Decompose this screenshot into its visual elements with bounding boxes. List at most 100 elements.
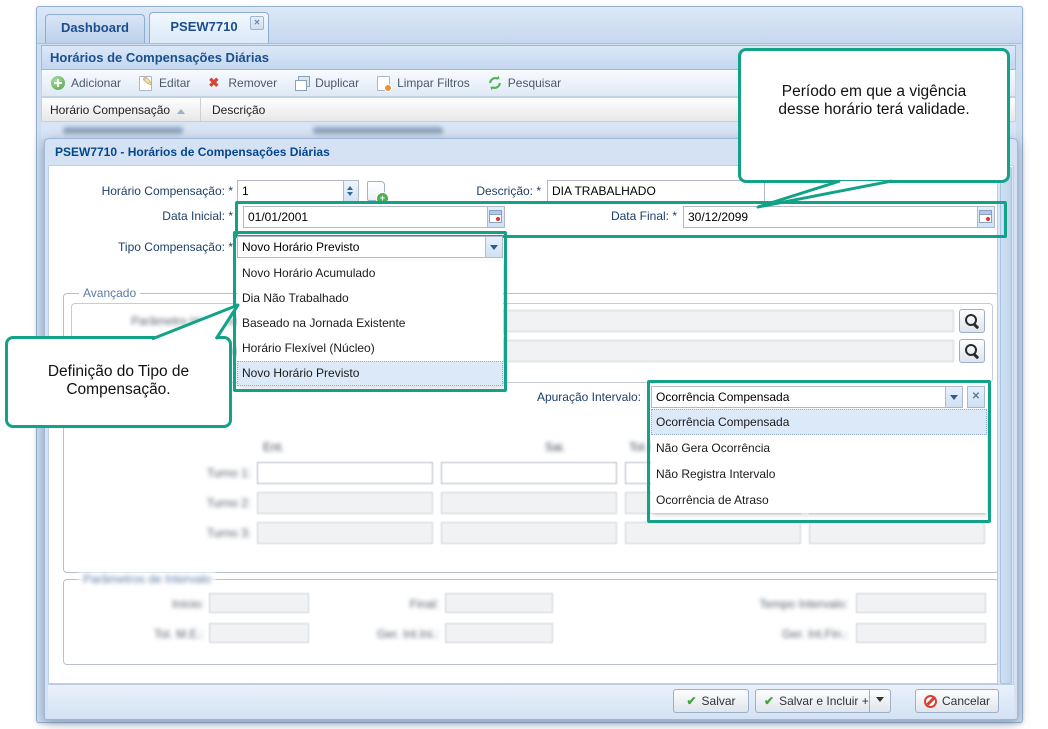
dropdown-option[interactable]: Horário Flexível (Núcleo) (237, 336, 503, 361)
blurred-cell (313, 127, 443, 134)
horario-compensacao-field[interactable]: 1 (237, 180, 359, 202)
dropdown-option[interactable]: Não Registra Intervalo (651, 461, 987, 487)
horario-compensacao-label: Horário Compensação: * (65, 184, 233, 198)
dropdown-option-selected[interactable]: Ocorrência Compensada (651, 409, 987, 435)
add-button-label: Adicionar (71, 76, 121, 90)
horario-compensacao-value: 1 (242, 184, 249, 198)
dropdown-option[interactable]: Ocorrência de Atraso (651, 487, 987, 513)
tipo-compensacao-dropdown: Novo Horário Acumulado Dia Não Trabalhad… (237, 261, 503, 386)
date-trigger[interactable] (977, 207, 994, 227)
inicio-label: Início: (104, 597, 204, 611)
save-and-add-menu-arrow[interactable] (869, 690, 890, 712)
remove-button[interactable]: Remover (207, 75, 277, 91)
dropdown-option-selected[interactable]: Novo Horário Previsto (237, 361, 503, 386)
dialog-title: PSEW7710 - Horários de Compensações Diár… (55, 145, 330, 159)
param1-lookup-button[interactable] (959, 309, 985, 333)
grid-col-horario-label: Horário Compensação (50, 103, 170, 117)
combo-trigger[interactable] (945, 387, 962, 407)
dropdown-option[interactable]: Não Gera Ocorrência (651, 435, 987, 461)
refresh-icon (487, 75, 503, 91)
sort-asc-icon (177, 109, 185, 114)
combo-trigger[interactable] (485, 237, 502, 257)
spinner-up-icon[interactable] (347, 183, 353, 190)
date-trigger[interactable] (487, 207, 504, 227)
spinner-down-icon[interactable] (347, 192, 353, 199)
clear-field-button[interactable]: ✕ (967, 386, 985, 408)
save-button-label: Salvar (702, 694, 736, 708)
ger-int-fin-field (856, 623, 986, 643)
apuracao-intervalo-dropdown: Ocorrência Compensada Não Gera Ocorrênci… (651, 409, 987, 513)
caret-down-icon (876, 697, 884, 706)
descricao-value: DIA TRABALHADO (552, 184, 656, 198)
save-and-add-button[interactable]: Salvar e Incluir + (755, 689, 891, 713)
tab-strip: Dashboard PSEW7710 ✕ (37, 7, 1022, 44)
turno1-ent-field[interactable] (257, 462, 433, 484)
turno3-tolsai-field (809, 522, 985, 544)
add-icon (50, 75, 66, 91)
callout-periodo-text: Período em que a vigência desse horário … (778, 83, 969, 118)
tab-dashboard-label: Dashboard (61, 20, 129, 35)
check-icon (764, 694, 774, 708)
tempo-intervalo-field (856, 593, 986, 613)
turno1-sai-field[interactable] (441, 462, 617, 484)
add-button[interactable]: Adicionar (50, 75, 121, 91)
search-button[interactable]: Pesquisar (487, 75, 561, 91)
parametros-intervalo-legend: Parâmetros de Intervalo (79, 572, 215, 586)
tempo-intervalo-label: Tempo Intervalo: (728, 597, 848, 611)
dropdown-option[interactable]: Novo Horário Acumulado (237, 261, 503, 286)
column-divider (200, 98, 201, 121)
number-spinner[interactable] (343, 181, 358, 201)
tipo-compensacao-value: Novo Horário Previsto (242, 240, 359, 254)
callout-definicao-pointer (140, 300, 245, 342)
panel-title-text: Horários de Compensações Diárias (50, 50, 269, 65)
apuracao-intervalo-combo[interactable]: Ocorrência Compensada (651, 386, 963, 408)
save-button[interactable]: Salvar (673, 689, 749, 713)
remove-button-label: Remover (228, 76, 277, 90)
callout-definicao: Definição do Tipo de Compensação. (5, 336, 232, 428)
descricao-field[interactable]: DIA TRABALHADO (547, 180, 765, 202)
param2-lookup-button[interactable] (959, 339, 985, 363)
descricao-label: Descrição: * (471, 184, 541, 198)
grid-col-horario[interactable]: Horário Compensação (50, 103, 185, 117)
tab-dashboard[interactable]: Dashboard (45, 14, 145, 43)
dropdown-option[interactable]: Baseado na Jornada Existente (237, 311, 503, 336)
chevron-down-icon (950, 395, 958, 404)
ger-int-ini-label: Ger. Int.Ini.: (339, 627, 439, 641)
parametros-intervalo-fieldset (63, 579, 999, 665)
tol-me-field (209, 623, 309, 643)
grid-col-descricao-label: Descrição (212, 103, 265, 117)
ger-int-fin-label: Ger. Int.Fin.: (728, 627, 848, 641)
tol-me-label: Tol. M.E.: (104, 627, 204, 641)
turno3-ent-field (257, 522, 433, 544)
duplicate-button-label: Duplicar (315, 76, 359, 90)
chevron-down-icon (490, 245, 498, 254)
grid-col-descricao[interactable]: Descrição (212, 103, 265, 117)
vertical-scrollbar[interactable] (997, 167, 1013, 684)
edit-button[interactable]: Editar (138, 75, 190, 91)
data-inicial-label: Data Inicial: * (133, 209, 233, 223)
clear-filters-button[interactable]: Limpar Filtros (376, 75, 470, 91)
scrollbar-thumb[interactable] (1000, 167, 1012, 684)
data-final-label: Data Final: * (581, 209, 677, 223)
callout-periodo-pointer (750, 178, 900, 210)
tipo-compensacao-combo[interactable]: Novo Horário Previsto (237, 236, 503, 258)
data-inicial-field[interactable]: 01/01/2001 (243, 206, 505, 228)
check-icon (686, 694, 696, 708)
turnos-col-ent: Ent. (263, 440, 284, 454)
cancel-button-label: Cancelar (942, 694, 990, 708)
duplicate-button[interactable]: Duplicar (294, 75, 359, 91)
dropdown-option[interactable]: Dia Não Trabalhado (237, 286, 503, 311)
clear-filters-button-label: Limpar Filtros (397, 76, 470, 90)
turno2-sai-field (441, 492, 617, 514)
apuracao-intervalo-label: Apuração Intervalo: (511, 390, 641, 404)
edit-icon (138, 75, 154, 91)
apuracao-intervalo-value: Ocorrência Compensada (656, 390, 789, 404)
cancel-icon (924, 695, 937, 708)
cancel-button[interactable]: Cancelar (915, 689, 999, 713)
new-record-icon[interactable] (367, 181, 385, 201)
blurred-cell (63, 127, 183, 134)
callout-periodo: Período em que a vigência desse horário … (738, 48, 1010, 183)
duplicate-icon (294, 75, 310, 91)
tab-psew7710[interactable]: PSEW7710 ✕ (149, 12, 269, 43)
tab-close-icon[interactable]: ✕ (250, 16, 264, 30)
